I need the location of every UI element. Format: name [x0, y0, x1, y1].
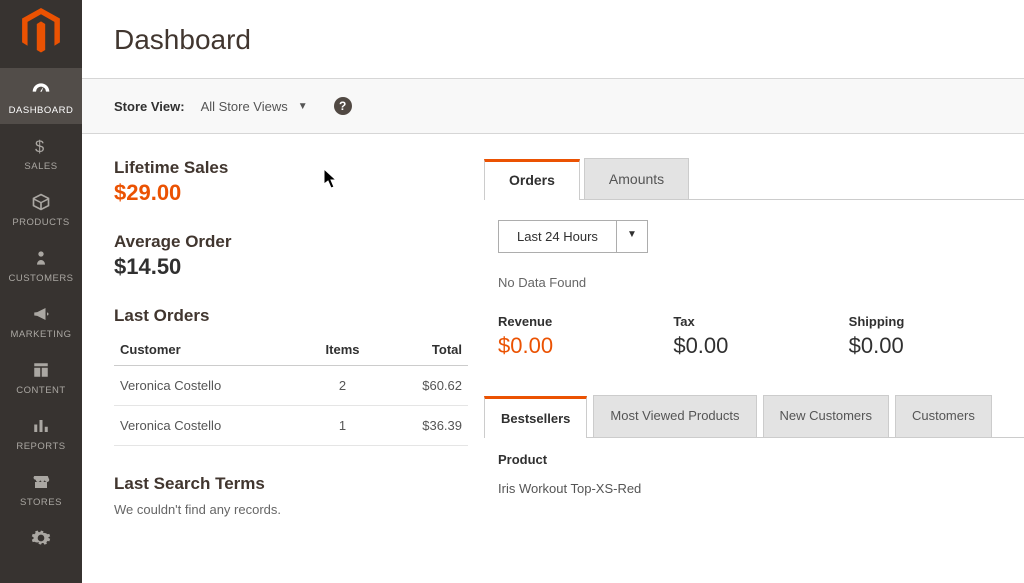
sidebar-item-products[interactable]: PRODUCTS	[0, 180, 82, 236]
chevron-down-icon: ▼	[298, 101, 308, 112]
lifetime-sales-block: Lifetime Sales $29.00	[114, 158, 468, 206]
sidebar: DASHBOARD $ SALES PRODUCTS CUSTOMERS MAR…	[0, 0, 82, 583]
sidebar-item-marketing[interactable]: MARKETING	[0, 292, 82, 348]
product-column-header: Product	[498, 452, 1024, 467]
chevron-down-icon: ▼	[616, 221, 647, 252]
last-orders-title: Last Orders	[114, 306, 468, 326]
svg-text:$: $	[35, 138, 45, 156]
metrics-row: Revenue $0.00 Tax $0.00 Shipping $0.00	[498, 314, 1024, 359]
store-view-select[interactable]: All Store Views ▼	[201, 99, 308, 114]
tab-new-customers[interactable]: New Customers	[763, 395, 889, 437]
bars-icon	[27, 414, 55, 438]
megaphone-icon	[27, 302, 55, 326]
sidebar-item-content[interactable]: CONTENT	[0, 348, 82, 404]
main-content: Dashboard Store View: All Store Views ▼ …	[82, 0, 1024, 583]
average-order-value: $14.50	[114, 254, 468, 280]
help-icon[interactable]: ?	[334, 97, 352, 115]
page-title: Dashboard	[82, 0, 1024, 78]
average-order-block: Average Order $14.50	[114, 232, 468, 280]
sidebar-item-stores[interactable]: STORES	[0, 460, 82, 516]
dollar-icon: $	[27, 134, 55, 158]
sidebar-item-dashboard[interactable]: DASHBOARD	[0, 68, 82, 124]
tab-customers[interactable]: Customers	[895, 395, 992, 437]
metric-revenue: Revenue $0.00	[498, 314, 673, 359]
sidebar-item-system[interactable]	[0, 516, 82, 561]
person-icon	[27, 246, 55, 270]
last-orders-table: Customer Items Total Veronica Costello 2…	[114, 334, 468, 446]
product-tabs: Bestsellers Most Viewed Products New Cus…	[484, 395, 1024, 438]
magento-logo[interactable]	[20, 8, 62, 50]
table-row[interactable]: Iris Workout Top-XS-Red	[498, 481, 1024, 496]
gauge-icon	[27, 78, 55, 102]
metric-tax: Tax $0.00	[673, 314, 848, 359]
layout-icon	[27, 358, 55, 382]
metric-shipping: Shipping $0.00	[849, 314, 1024, 359]
sidebar-item-sales[interactable]: $ SALES	[0, 124, 82, 180]
tab-bestsellers[interactable]: Bestsellers	[484, 396, 587, 438]
box-icon	[27, 190, 55, 214]
tab-amounts[interactable]: Amounts	[584, 158, 689, 199]
table-row[interactable]: Veronica Costello 2 $60.62	[114, 366, 468, 406]
sidebar-item-reports[interactable]: REPORTS	[0, 404, 82, 460]
store-icon	[27, 470, 55, 494]
no-data-message: No Data Found	[498, 275, 1024, 290]
last-search-terms-block: Last Search Terms We couldn't find any r…	[114, 474, 468, 517]
time-range-select[interactable]: Last 24 Hours ▼	[498, 220, 648, 253]
table-row[interactable]: Veronica Costello 1 $36.39	[114, 406, 468, 446]
tab-most-viewed[interactable]: Most Viewed Products	[593, 395, 756, 437]
sidebar-item-customers[interactable]: CUSTOMERS	[0, 236, 82, 292]
lifetime-sales-value: $29.00	[114, 180, 468, 206]
chart-tabs: Orders Amounts	[484, 158, 1024, 200]
tab-orders[interactable]: Orders	[484, 159, 580, 200]
store-view-label: Store View:	[114, 99, 185, 114]
store-view-bar: Store View: All Store Views ▼ ?	[82, 78, 1024, 134]
gear-icon	[27, 526, 55, 550]
